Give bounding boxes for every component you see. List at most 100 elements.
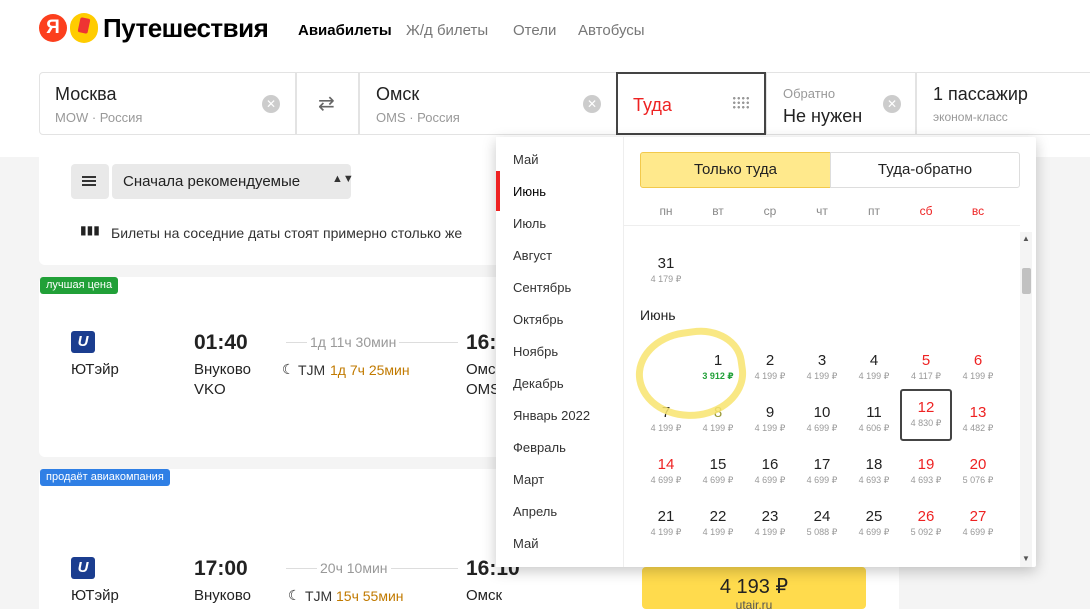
calendar-day[interactable]: 31 4 179 ₽ xyxy=(640,247,692,299)
departure-time: 01:40 xyxy=(194,331,248,354)
month-item[interactable]: Июль xyxy=(513,216,546,231)
calendar-day[interactable]: 15 4 699 ₽ xyxy=(692,448,744,500)
sort-select[interactable]: Сначала рекомендуемые ▲▼ xyxy=(112,164,354,199)
month-item[interactable]: Ноябрь xyxy=(513,344,558,359)
date-picker-dropdown: Май Июнь Июль Август Сентябрь Октябрь Но… xyxy=(496,137,1036,567)
nav-trains[interactable]: Ж/д билеты xyxy=(406,22,488,39)
calendar-day[interactable]: 13 4 482 ₽ xyxy=(952,396,1004,448)
flight-duration: 1д 11ч 30мин xyxy=(307,334,400,350)
calendar-day[interactable]: 94 199 ₽ xyxy=(744,396,796,448)
layover-time: 1д 7ч 25мин xyxy=(330,362,410,378)
calendar-day[interactable]: 21 4 199 ₽ xyxy=(640,500,692,552)
swap-button[interactable]: ⇄ xyxy=(296,72,359,135)
calendar-day[interactable]: 25 4 699 ₽ xyxy=(848,500,900,552)
calendar-day[interactable]: 11 4 606 ₽ xyxy=(848,396,900,448)
ticket-price: 4 193 ₽ xyxy=(719,576,789,598)
calendar-day[interactable]: 14 4 699 ₽ xyxy=(640,448,692,500)
calendar-day[interactable]: 17 4 699 ₽ xyxy=(796,448,848,500)
month-item[interactable]: Февраль xyxy=(513,440,566,455)
weekday: ср xyxy=(763,204,777,218)
departure-time: 17:00 xyxy=(194,557,248,580)
clear-to-icon[interactable]: ✕ xyxy=(583,95,601,113)
calendar-day[interactable]: 64 199 ₽ xyxy=(952,344,1004,396)
weekday-divider xyxy=(624,225,1020,226)
weekday: пн xyxy=(659,204,673,218)
calendar-day[interactable]: 44 199 ₽ xyxy=(848,344,900,396)
depart-label: Туда xyxy=(633,95,672,115)
moon-icon: ☾ xyxy=(282,361,295,377)
calendar-day[interactable]: 26 5 092 ₽ xyxy=(900,500,952,552)
depart-date-field[interactable]: Туда xyxy=(616,72,766,135)
nav-hotels[interactable]: Отели xyxy=(513,22,556,39)
stop-code: TJM xyxy=(305,588,333,604)
from-sub: MOW · Россия xyxy=(55,110,143,125)
calendar-day[interactable]: 27 4 699 ₽ xyxy=(952,500,1004,552)
travel-bag-logo-icon[interactable] xyxy=(70,13,98,43)
month-item[interactable]: Май xyxy=(513,536,538,551)
calendar-day[interactable]: 18 4 693 ₽ xyxy=(848,448,900,500)
calendar-day[interactable]: 19 4 693 ₽ xyxy=(900,448,952,500)
sort-label: Сначала рекомендуемые xyxy=(123,173,301,190)
departure-airport: Внуково xyxy=(194,361,252,378)
to-city: Омск xyxy=(376,84,420,104)
weekday-weekend: сб xyxy=(919,204,933,218)
passengers-field[interactable]: 1 пассажир эконом-класс xyxy=(916,72,1090,135)
from-field[interactable]: Москва MOW · Россия ✕ xyxy=(39,72,296,135)
site-title[interactable]: Путешествия xyxy=(103,13,269,44)
calendar-day[interactable]: 10 4 699 ₽ xyxy=(796,396,848,448)
seller-site: utair.ru xyxy=(735,598,773,609)
buy-button[interactable]: 4 193 ₽ utair.ru xyxy=(642,567,866,609)
layover-time: 15ч 55мин xyxy=(336,588,404,604)
month-item[interactable]: Апрель xyxy=(513,504,557,519)
cabin-class: эконом-класс xyxy=(933,110,1008,124)
toggle-roundtrip[interactable]: Туда-обратно xyxy=(830,152,1020,188)
calendar-day[interactable]: 16 4 699 ₽ xyxy=(744,448,796,500)
clear-from-icon[interactable]: ✕ xyxy=(262,95,280,113)
month-list: Май Июнь Июль Август Сентябрь Октябрь Но… xyxy=(496,137,624,567)
prices-note: Билеты на соседние даты стоят примерно с… xyxy=(111,225,463,241)
month-item[interactable]: Октябрь xyxy=(513,312,563,327)
airline-name: ЮТэйр xyxy=(71,587,119,604)
month-item[interactable]: Май xyxy=(513,152,538,167)
arrival-time: 16: xyxy=(466,331,497,354)
stop-code: TJM xyxy=(298,362,326,378)
calendar-day[interactable]: 22 4 199 ₽ xyxy=(692,500,744,552)
moon-icon: ☾ xyxy=(288,587,301,603)
departure-airport: Внуково xyxy=(194,587,252,604)
to-field[interactable]: Омск OMS · Россия ✕ xyxy=(359,72,617,135)
departure-code: VKO xyxy=(194,381,226,398)
filter-button[interactable] xyxy=(71,164,109,199)
toggle-oneway[interactable]: Только туда xyxy=(640,152,831,188)
nav-flights[interactable]: Авиабилеты xyxy=(298,22,392,39)
airline-name: ЮТэйр xyxy=(71,361,119,378)
calendar-day[interactable]: 23 4 199 ₽ xyxy=(744,500,796,552)
arrival-airport: Омск xyxy=(466,587,503,604)
month-item[interactable]: Январь 2022 xyxy=(513,408,590,423)
calendar-day[interactable]: 24 199 ₽ xyxy=(744,344,796,396)
return-date-field[interactable]: Обратно Не нужен ✕ xyxy=(766,72,916,135)
calendar-day[interactable]: 34 199 ₽ xyxy=(796,344,848,396)
scrollbar-thumb[interactable] xyxy=(1022,268,1031,294)
calendar-day[interactable]: 20 5 076 ₽ xyxy=(952,448,1004,500)
filter-icon xyxy=(82,176,96,178)
clear-return-icon[interactable]: ✕ xyxy=(883,95,901,113)
scroll-up-icon[interactable]: ▲ xyxy=(1022,234,1030,243)
return-value: Не нужен xyxy=(783,106,863,126)
active-month-indicator xyxy=(496,171,500,211)
calendar-day-hovered[interactable]: 12 4 830 ₽ xyxy=(900,389,952,441)
weekday: пт xyxy=(868,204,880,218)
nav-buses[interactable]: Автобусы xyxy=(578,22,645,39)
scroll-down-icon[interactable]: ▼ xyxy=(1022,554,1030,563)
calendar-day[interactable]: 24 5 088 ₽ xyxy=(796,500,848,552)
month-item[interactable]: Сентябрь xyxy=(513,280,571,295)
month-item[interactable]: Август xyxy=(513,248,552,263)
utair-logo-icon: U xyxy=(71,557,95,579)
select-arrows-icon: ▲▼ xyxy=(332,173,354,185)
month-item-active[interactable]: Июнь xyxy=(513,184,546,199)
from-city: Москва xyxy=(55,84,117,104)
month-item[interactable]: Март xyxy=(513,472,544,487)
calendar-scrollbar[interactable]: ▲ ▼ xyxy=(1020,232,1032,567)
passengers-count: 1 пассажир xyxy=(933,84,1028,104)
month-item[interactable]: Декабрь xyxy=(513,376,564,391)
yandex-logo[interactable]: Я xyxy=(39,14,67,42)
